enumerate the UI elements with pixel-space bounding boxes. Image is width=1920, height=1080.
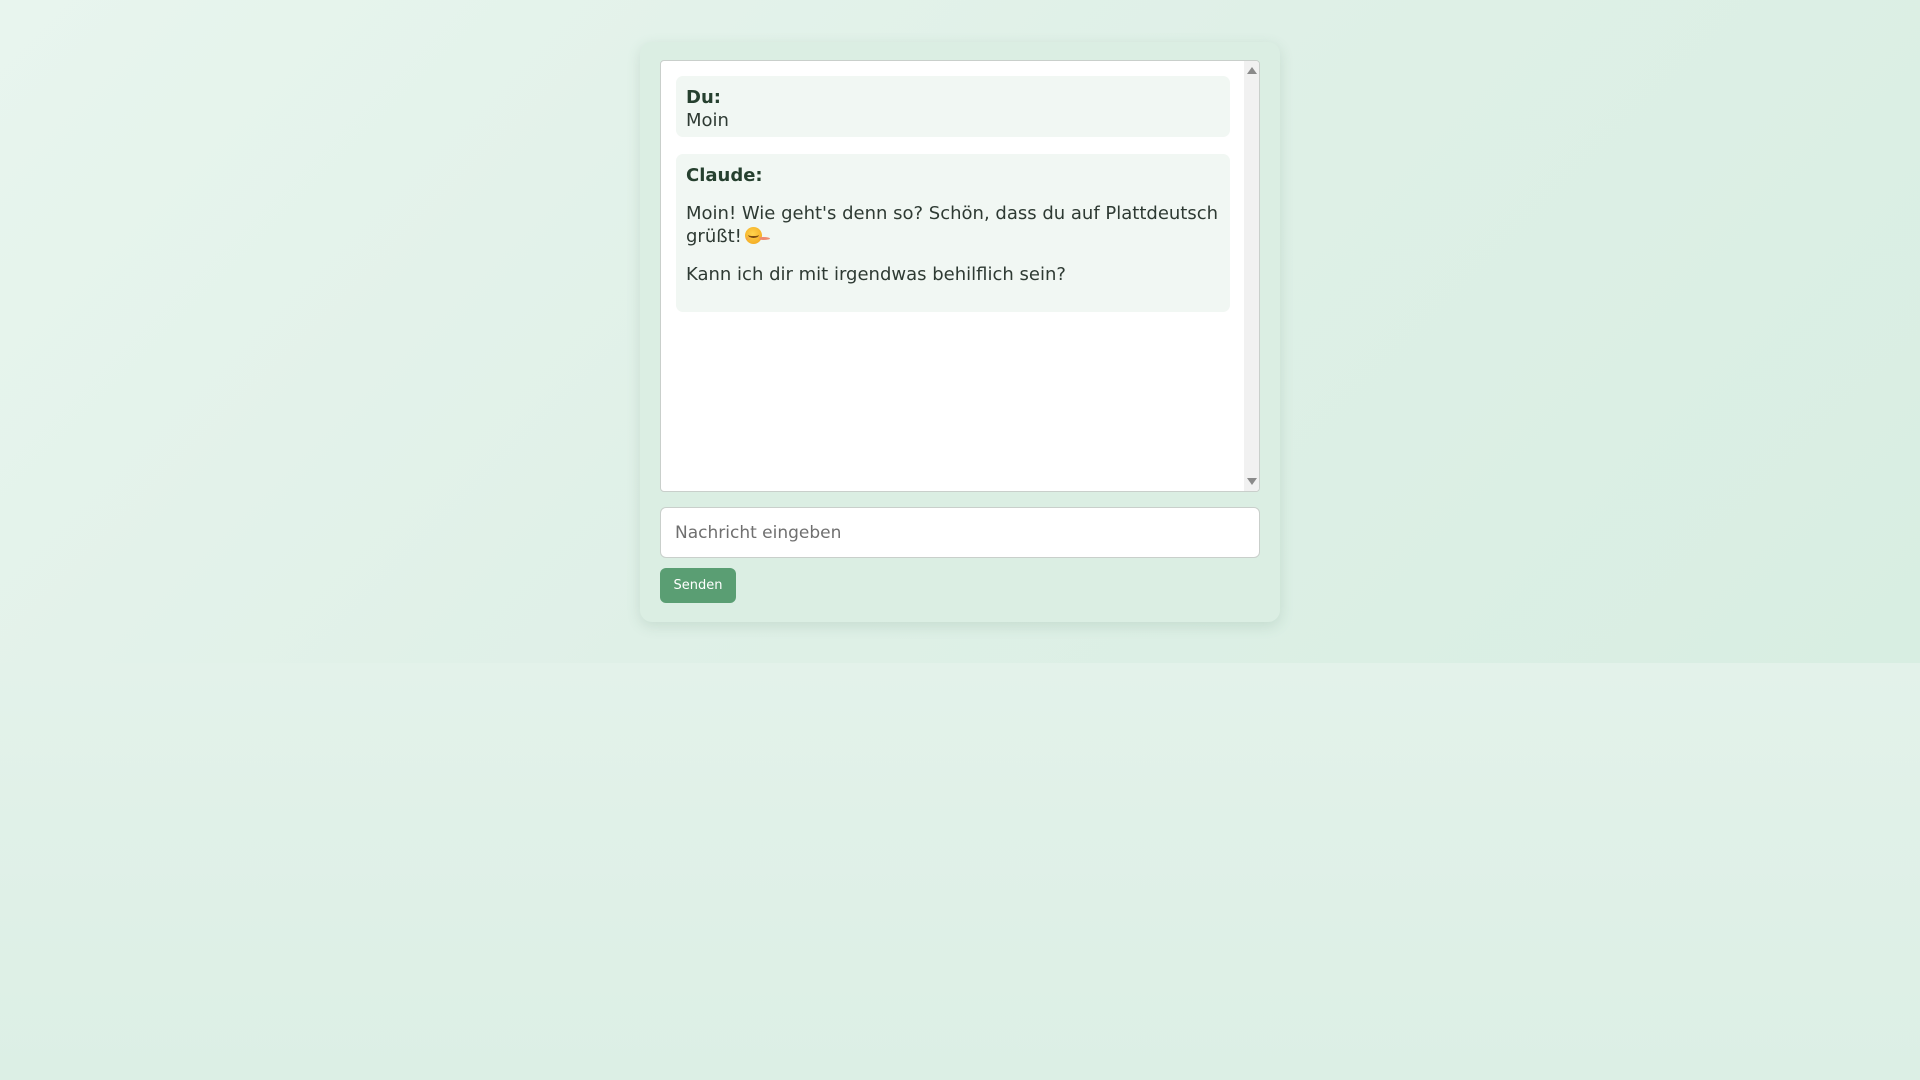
chat-history[interactable]: Du: Moin Claude: Moin! Wie geht's denn s… <box>660 60 1260 492</box>
page-background-lower <box>0 663 1920 1080</box>
scroll-up-arrow-icon[interactable] <box>1247 67 1257 74</box>
assistant-message: Claude: Moin! Wie geht's denn so? Schön,… <box>676 154 1230 312</box>
vertical-scrollbar[interactable] <box>1244 61 1259 491</box>
send-button[interactable]: Senden <box>660 568 736 603</box>
message-paragraph: Moin! Wie geht's denn so? Schön, dass du… <box>686 202 1220 248</box>
message-sender: Du: <box>686 87 721 108</box>
scroll-down-arrow-icon[interactable] <box>1247 478 1257 485</box>
smiling-face-icon <box>744 227 762 244</box>
chat-card: Du: Moin Claude: Moin! Wie geht's denn s… <box>640 42 1280 622</box>
user-message: Du: Moin <box>676 76 1230 137</box>
message-paragraph: Kann ich dir mit irgendwas behilflich se… <box>686 264 1066 285</box>
message-text: Moin! Wie geht's denn so? Schön, dass du… <box>686 203 1219 247</box>
message-input[interactable] <box>660 507 1260 558</box>
message-text: Moin <box>686 110 729 131</box>
message-sender: Claude: <box>686 165 763 186</box>
